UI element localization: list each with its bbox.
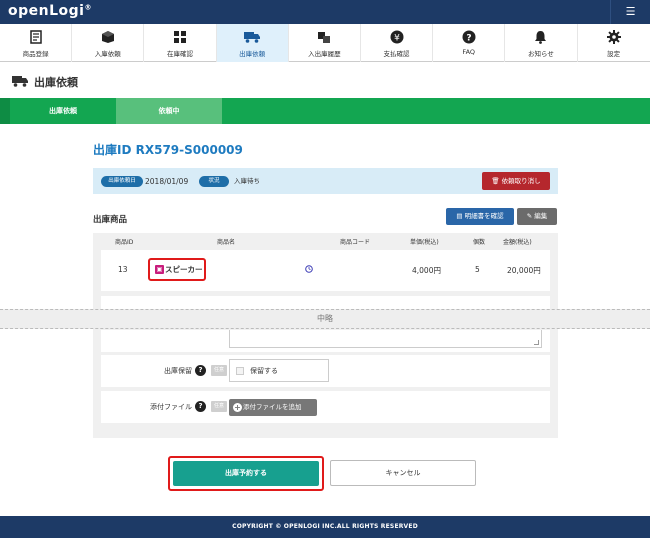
svg-text:¥: ¥ bbox=[394, 34, 400, 44]
cancel-request-button[interactable]: 🗑 依頼取り消し bbox=[482, 172, 550, 190]
product-register-icon bbox=[0, 30, 71, 44]
reserve-outbound-button[interactable]: 出庫予約する bbox=[173, 461, 319, 486]
nav-item-history[interactable]: 入出庫履歴 bbox=[289, 24, 361, 62]
question-icon: ? bbox=[433, 30, 504, 44]
nav-item-inventory[interactable]: 在庫確認 bbox=[144, 24, 217, 62]
product-name: スピーカー bbox=[165, 265, 203, 274]
gear-icon bbox=[578, 30, 650, 44]
form-row-attach: 添付ファイル ? 任意 + 添付ファイルを追加 bbox=[101, 391, 550, 423]
resize-handle[interactable] bbox=[534, 340, 539, 345]
nav-item-settings[interactable]: 設定 bbox=[578, 24, 650, 62]
truck-icon bbox=[217, 30, 288, 44]
inventory-icon bbox=[144, 30, 215, 44]
status-label-badge: 状況 bbox=[199, 176, 229, 187]
amount: 20,000円 bbox=[507, 266, 541, 275]
order-info-bar: 出庫依頼日 2018/01/09 状況 入庫待ち 🗑 依頼取り消し bbox=[93, 168, 558, 194]
view-statement-button[interactable]: ▤ 明細書を確認 bbox=[446, 208, 514, 225]
yen-icon: ¥ bbox=[361, 30, 432, 44]
step-bar-edge bbox=[0, 98, 10, 124]
nav-label: お知らせ bbox=[527, 50, 554, 58]
nav-label: 設定 bbox=[607, 50, 621, 58]
help-icon[interactable]: ? bbox=[195, 401, 206, 412]
product-icon: ▣ bbox=[155, 265, 164, 274]
optional-badge: 任意 bbox=[211, 365, 227, 376]
trash-icon: 🗑 bbox=[491, 177, 500, 185]
main-nav: 商品登録 入庫依頼 在庫確認 出庫依頼 入出庫履歴 ¥ 支払確認 ? FAQ お… bbox=[0, 24, 650, 62]
hold-checkbox[interactable] bbox=[236, 367, 244, 375]
order-status: 入庫待ち bbox=[234, 177, 260, 185]
nav-item-faq[interactable]: ? FAQ bbox=[433, 24, 506, 62]
nav-label: 在庫確認 bbox=[166, 50, 193, 58]
table-row: 13 ▣ スピーカー 4,000円 5 20,000円 bbox=[101, 250, 550, 291]
step-outbound-request: 出庫依頼 bbox=[49, 107, 77, 115]
table-header: 商品ID 商品名 商品コード 単価(税込) 個数 金額(税込) bbox=[93, 233, 558, 249]
step-bar: 出庫依頼 依頼中 bbox=[0, 98, 650, 124]
nav-label: 入出庫履歴 bbox=[308, 50, 341, 58]
nav-label: 入庫依頼 bbox=[94, 50, 121, 58]
help-icon[interactable]: ? bbox=[195, 365, 206, 376]
product-id: 13 bbox=[118, 265, 128, 274]
truck-icon bbox=[12, 75, 28, 90]
attach-label: 添付ファイル bbox=[150, 403, 192, 411]
order-date: 2018/01/09 bbox=[145, 177, 189, 186]
nav-item-outbound-request[interactable]: 出庫依頼 bbox=[216, 24, 289, 62]
nav-label: 支払確認 bbox=[383, 50, 410, 58]
column-header: 商品名 bbox=[217, 239, 236, 246]
nav-item-inbound-request[interactable]: 入庫依頼 bbox=[72, 24, 145, 62]
column-header: 商品コード bbox=[340, 239, 371, 246]
logo[interactable]: openLogi® bbox=[8, 3, 92, 19]
form-row-note bbox=[101, 330, 550, 352]
hold-label: 出庫保留 bbox=[164, 367, 192, 375]
column-header: 個数 bbox=[473, 239, 486, 246]
bell-icon bbox=[505, 30, 576, 44]
pencil-icon: ✎ bbox=[526, 212, 533, 220]
form-row-hold: 出庫保留 ? 任意 保留する bbox=[101, 355, 550, 387]
date-label-badge: 出庫依頼日 bbox=[101, 176, 143, 187]
edit-button[interactable]: ✎ 編集 bbox=[517, 208, 557, 225]
clock-icon bbox=[305, 265, 313, 276]
cancel-button[interactable]: キャンセル bbox=[330, 460, 476, 486]
page-title-text: 出庫依頼 bbox=[34, 76, 78, 89]
unit-price: 4,000円 bbox=[412, 266, 441, 275]
column-header: 単価(税込) bbox=[410, 239, 439, 246]
quantity: 5 bbox=[475, 265, 480, 274]
nav-label: 商品登録 bbox=[22, 50, 49, 58]
history-icon bbox=[289, 30, 360, 44]
section-title: 出庫商品 bbox=[93, 215, 128, 225]
order-id: 出庫ID RX579-S000009 bbox=[93, 143, 243, 157]
products-table: 商品ID 商品名 商品コード 単価(税込) 個数 金額(税込) 13 ▣ スピー… bbox=[93, 233, 558, 438]
nav-item-payment[interactable]: ¥ 支払確認 bbox=[361, 24, 434, 62]
svg-text:?: ? bbox=[466, 34, 471, 44]
inbound-request-icon bbox=[72, 30, 143, 44]
hold-option-label: 保留する bbox=[250, 367, 278, 375]
hamburger-menu-icon[interactable]: ☰ bbox=[610, 0, 650, 24]
note-textarea[interactable] bbox=[229, 330, 542, 348]
optional-badge: 任意 bbox=[211, 401, 227, 412]
submit-highlight: 出庫予約する bbox=[168, 456, 324, 491]
step-in-progress: 依頼中 bbox=[116, 98, 222, 124]
footer: COPYRIGHT © OPENLOGI INC.ALL RIGHTS RESE… bbox=[0, 516, 650, 538]
column-header: 金額(税込) bbox=[503, 239, 532, 246]
document-icon: ▤ bbox=[456, 212, 463, 220]
omitted-section-marker: 中略 bbox=[0, 309, 650, 329]
product-highlight[interactable]: ▣ スピーカー bbox=[148, 258, 206, 281]
page-title: 出庫依頼 bbox=[12, 74, 78, 90]
plus-icon: + bbox=[233, 403, 242, 412]
column-header: 商品ID bbox=[115, 239, 134, 246]
add-attachment-button[interactable]: + 添付ファイルを追加 bbox=[229, 399, 317, 416]
hold-checkbox-field[interactable]: 保留する bbox=[229, 359, 329, 382]
top-bar: openLogi® ☰ bbox=[0, 0, 650, 24]
nav-label: 出庫依頼 bbox=[239, 50, 266, 58]
nav-item-product-register[interactable]: 商品登録 bbox=[0, 24, 73, 62]
nav-item-notice[interactable]: お知らせ bbox=[505, 24, 578, 62]
nav-label: FAQ bbox=[462, 48, 476, 56]
